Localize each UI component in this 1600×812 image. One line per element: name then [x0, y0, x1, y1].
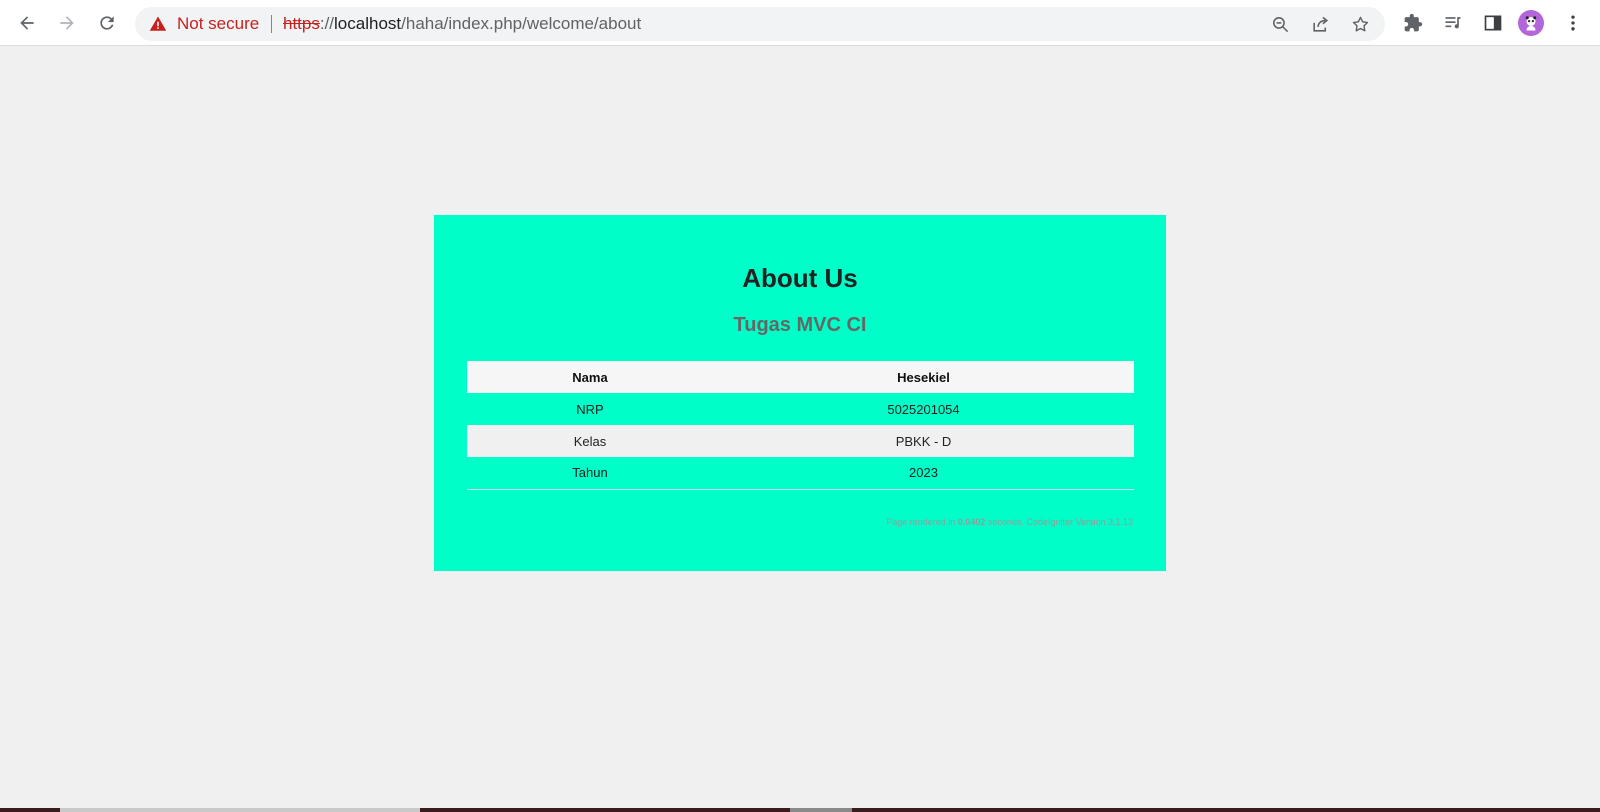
kebab-menu-icon	[1571, 15, 1575, 31]
render-info: Page rendered in 0.0402 seconds. CodeIgn…	[886, 517, 1133, 527]
render-info-prefix: Page rendered in	[886, 517, 956, 527]
browser-toolbar: Not secure https://localhost/haha/index.…	[0, 0, 1600, 46]
page-title: About Us	[742, 263, 858, 293]
profile-picture-icon	[1525, 16, 1537, 31]
zoom-button[interactable]	[1268, 12, 1292, 36]
info-table: Nama Hesekiel NRP 5025201054 Kelas PBKK …	[467, 361, 1134, 490]
url-separator: ://	[319, 14, 335, 33]
zoom-out-icon	[1272, 16, 1288, 32]
reload-button[interactable]	[91, 7, 123, 39]
forward-button[interactable]	[51, 7, 83, 39]
media-queue-icon	[1445, 17, 1461, 29]
page-subtitle: Tugas MVC CI	[733, 314, 867, 336]
star-icon	[1352, 16, 1368, 31]
avatar[interactable]	[1518, 10, 1544, 36]
table-header-cell: Hesekiel	[713, 361, 1134, 393]
url-path: /haha/index.php/welcome/about	[401, 14, 642, 33]
url-scheme: https	[283, 14, 320, 33]
reload-icon	[100, 16, 114, 30]
table-header-row: Nama Hesekiel	[467, 361, 1134, 393]
security-indicator[interactable]: Not secure	[149, 7, 259, 41]
table-row: Tahun 2023	[467, 457, 1134, 490]
table-cell-value: 5025201054	[887, 401, 960, 417]
omnibox-divider	[271, 15, 272, 33]
address-bar[interactable]: Not secure https://localhost/haha/index.…	[135, 7, 1385, 41]
table-cell-label: Tahun	[467, 457, 713, 490]
table-header-cell: Nama	[467, 361, 713, 393]
extensions-button[interactable]	[1400, 10, 1426, 36]
side-panel-button[interactable]	[1480, 10, 1506, 36]
puzzle-icon	[1404, 13, 1423, 32]
arrow-left-icon	[20, 16, 34, 30]
table-cell-value: PBKK - D	[713, 425, 1134, 457]
table-cell-label: Kelas	[467, 425, 713, 457]
url-text[interactable]: https://localhost/haha/index.php/welcome…	[283, 7, 641, 41]
back-button[interactable]	[11, 7, 43, 39]
table-row: NRP 5025201054	[467, 393, 1134, 425]
about-card: About Us Tugas MVC CI Nama Hesekiel NRP …	[434, 215, 1166, 571]
arrow-right-icon	[60, 16, 74, 30]
taskbar-strip	[0, 808, 1600, 812]
url-host: localhost	[334, 14, 402, 33]
taskbar-segment	[60, 808, 420, 812]
table-cell-label: NRP	[576, 401, 604, 417]
share-icon	[1312, 16, 1328, 32]
bookmark-button[interactable]	[1348, 12, 1372, 36]
taskbar-segment	[790, 808, 852, 812]
table-row: Kelas PBKK - D	[467, 425, 1134, 457]
table-cell-value: 2023	[713, 457, 1134, 490]
share-button[interactable]	[1308, 12, 1332, 36]
security-label: Not secure	[177, 14, 260, 33]
menu-button[interactable]	[1560, 10, 1586, 36]
warning-triangle-icon	[149, 16, 167, 31]
media-control-button[interactable]	[1440, 10, 1466, 36]
side-panel-icon	[1484, 15, 1502, 31]
render-info-suffix: seconds. CodeIgniter Version 3.1.13	[987, 517, 1133, 527]
render-time: 0.0402	[957, 517, 986, 527]
